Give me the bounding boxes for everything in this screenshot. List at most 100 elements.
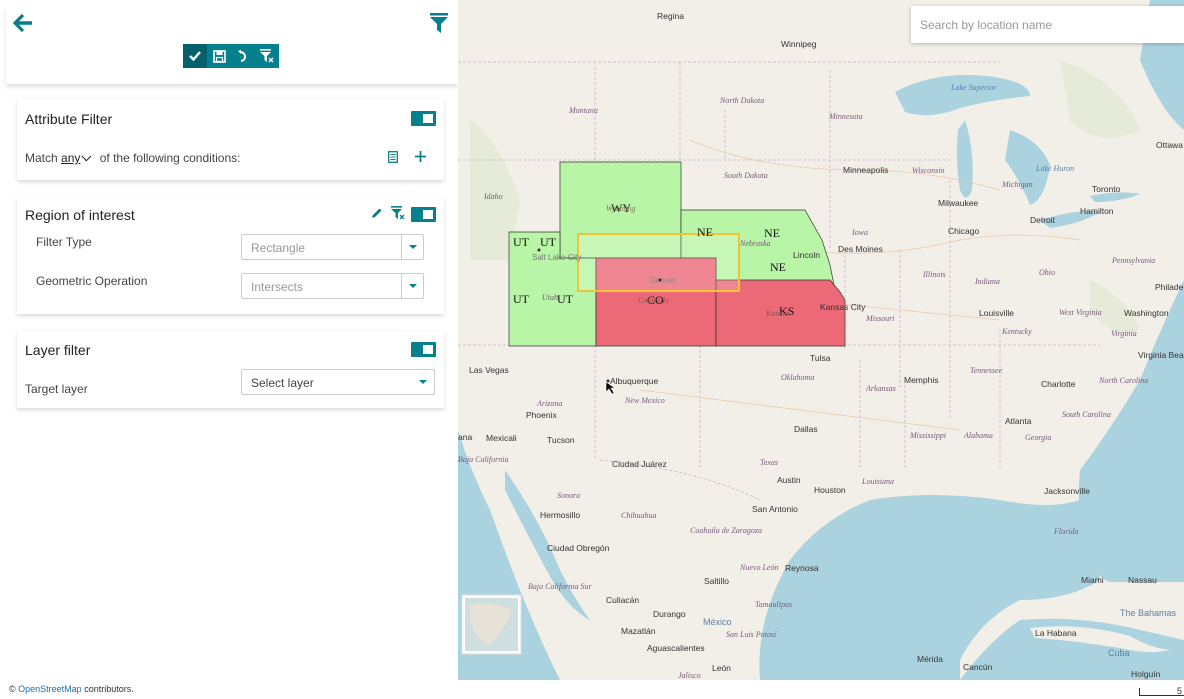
funnel-clear-icon xyxy=(391,206,405,220)
location-search xyxy=(911,6,1184,43)
region-label: South Dakota xyxy=(724,171,768,180)
funnel-clear-icon xyxy=(260,49,274,63)
region-label: Jalisco xyxy=(678,671,701,680)
place-label: Dallas xyxy=(794,424,818,434)
place-label: Winnipeg xyxy=(781,39,817,49)
region-label: Missouri xyxy=(865,314,894,323)
place-label: Reynosa xyxy=(785,563,819,573)
region-label: West Virginia xyxy=(1059,308,1102,317)
place-label: Salt Lake City xyxy=(532,253,581,262)
layer-filter-title: Layer filter xyxy=(25,342,91,358)
region-filter-toggle[interactable] xyxy=(411,207,436,222)
place-label: Holguín xyxy=(1131,669,1161,679)
pencil-icon xyxy=(372,208,382,218)
place-label: Cuba xyxy=(1108,648,1130,658)
place-label: Virginia Bea xyxy=(1138,350,1184,360)
filter-type-select[interactable]: Rectangle xyxy=(241,234,424,260)
arrow-left-icon xyxy=(12,13,32,33)
floppy-disk-icon xyxy=(212,49,226,63)
place-label: Ciudad Juárez xyxy=(612,459,667,469)
place-label: Nassau xyxy=(1128,575,1157,585)
place-label: Saltillo xyxy=(704,576,729,586)
match-type-dropdown[interactable]: any xyxy=(61,151,80,165)
state-label-ut: UT xyxy=(540,235,557,249)
place-label: Detroit xyxy=(1030,215,1056,225)
place-label: Memphis xyxy=(904,375,938,385)
search-input[interactable] xyxy=(911,6,1184,43)
place-label: Kansas City xyxy=(820,302,866,312)
region-label: San Luis Potosí xyxy=(726,630,777,639)
place-label: Hamilton xyxy=(1080,206,1114,216)
place-label: The Bahamas xyxy=(1120,608,1177,618)
region-label: Idaho xyxy=(483,192,503,201)
region-label: Montana xyxy=(568,106,598,115)
add-group-button[interactable] xyxy=(388,151,398,166)
geometric-operation-value: Intersects xyxy=(251,280,304,294)
region-label: Baja California Sur xyxy=(528,582,592,591)
place-label: Tucson xyxy=(547,435,575,445)
region-label: North Dakota xyxy=(719,96,764,105)
region-label: Pennsylvania xyxy=(1111,256,1155,265)
save-filter-button[interactable] xyxy=(207,44,231,68)
region-label: Tamaulipas xyxy=(755,600,792,609)
region-label: Florida xyxy=(1053,527,1078,536)
region-label: Ohio xyxy=(1039,268,1055,277)
match-prefix: Match xyxy=(25,151,58,165)
region-label: Mississippi xyxy=(909,431,946,440)
add-condition-button[interactable] xyxy=(415,151,426,165)
region-label: Louisiana xyxy=(861,477,894,486)
clear-region-button[interactable] xyxy=(391,206,405,223)
region-label: Georgia xyxy=(1025,433,1051,442)
attribute-filter-title: Attribute Filter xyxy=(25,111,113,127)
place-label: Chicago xyxy=(948,226,979,236)
caret-down-icon xyxy=(401,235,423,259)
state-label-ne: NE xyxy=(764,226,780,240)
toggle-filter-button[interactable] xyxy=(430,12,450,36)
place-label: Des Moines xyxy=(838,244,883,254)
apply-filter-button[interactable] xyxy=(183,44,207,68)
region-label: Oklahoma xyxy=(781,373,814,382)
geometric-operation-select[interactable]: Intersects xyxy=(241,273,424,299)
plus-icon xyxy=(415,151,426,162)
place-label: Philade xyxy=(1155,282,1184,292)
place-label: Houston xyxy=(814,485,846,495)
layer-filter-toggle[interactable] xyxy=(411,342,436,357)
target-layer-label: Target layer xyxy=(25,382,88,396)
caret-down-icon xyxy=(401,274,423,298)
place-label: Atlanta xyxy=(1005,416,1032,426)
state-label-ut: UT xyxy=(557,292,574,306)
place-label: Ciudad Obregón xyxy=(547,543,610,553)
region-label: Baja California xyxy=(458,455,508,464)
place-label: Ottawa xyxy=(1156,140,1183,150)
minimap-toggle[interactable] xyxy=(461,594,522,655)
clear-filter-button[interactable] xyxy=(255,44,279,68)
state-label-ut: UT xyxy=(513,235,530,249)
map-view[interactable]: WY UT UT UT UT NE NE CO KS NE Regina Win… xyxy=(458,0,1184,680)
back-button[interactable] xyxy=(12,12,36,36)
region-label: Wisconsin xyxy=(912,166,944,175)
place-label: ana xyxy=(458,432,472,442)
state-label-ne: NE xyxy=(770,260,786,274)
state-label-ut: UT xyxy=(513,292,530,306)
scale-label: 5 xyxy=(1177,686,1183,696)
place-label: Miami xyxy=(1081,575,1104,585)
attribution-suffix: contributors. xyxy=(81,684,134,694)
region-label: Nuevo León xyxy=(739,563,778,572)
edit-region-button[interactable] xyxy=(371,207,383,222)
region-label: Iowa xyxy=(851,228,868,237)
openstreetmap-link[interactable]: OpenStreetMap xyxy=(18,684,82,694)
place-label: Jacksonville xyxy=(1044,486,1090,496)
place-label: Lincoln xyxy=(793,250,820,260)
attribute-filter-card: Attribute Filter Match any of the follow… xyxy=(17,99,444,180)
place-label: Washington xyxy=(1124,308,1169,318)
region-label: South Carolina xyxy=(1062,410,1111,419)
map-canvas[interactable]: WY UT UT UT UT NE NE CO KS NE Regina Win… xyxy=(458,0,1184,680)
geometric-operation-label: Geometric Operation xyxy=(36,274,148,288)
attribute-filter-toggle[interactable] xyxy=(411,111,436,126)
layer-filter-card: Layer filter Target layer Select layer xyxy=(17,331,444,408)
place-label: Phoenix xyxy=(526,410,557,420)
region-label: Lake Superior xyxy=(950,83,997,92)
reset-filter-button[interactable] xyxy=(231,44,255,68)
target-layer-select[interactable]: Select layer xyxy=(241,369,435,395)
undo-icon xyxy=(238,49,246,62)
